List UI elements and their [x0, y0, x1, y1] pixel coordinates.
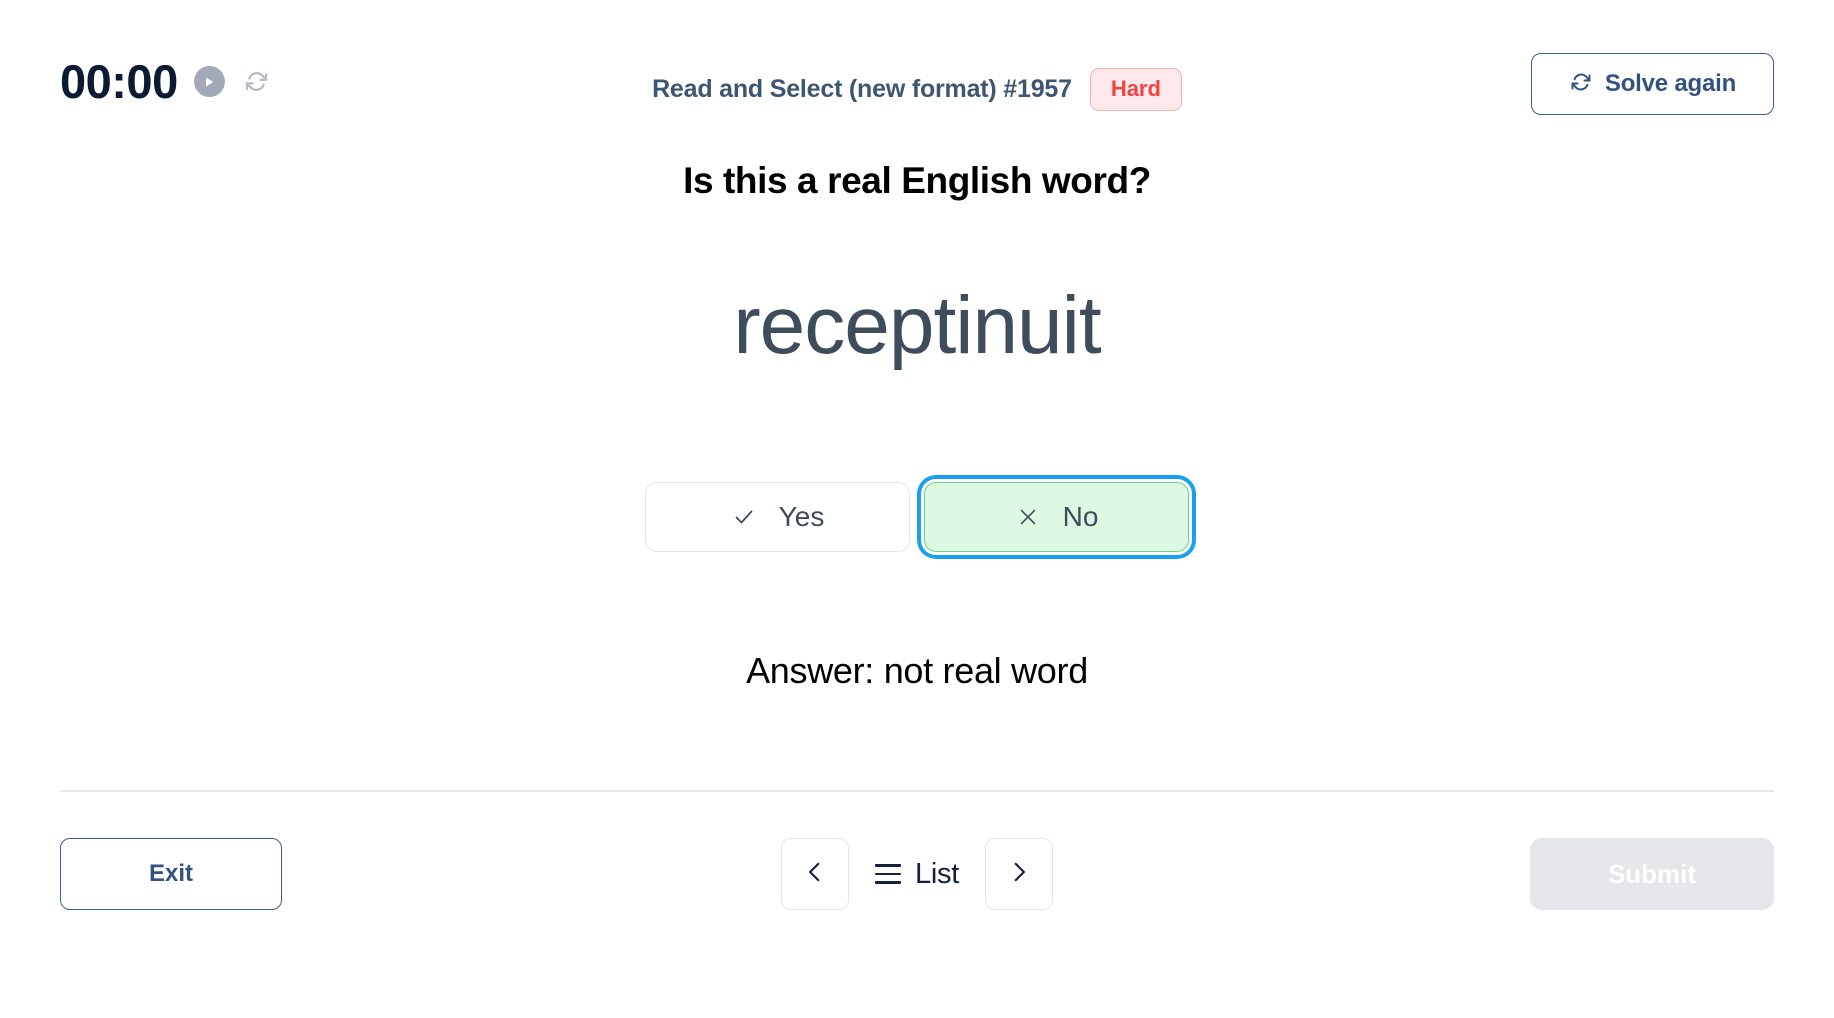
submit-button[interactable]: Submit [1530, 838, 1774, 910]
cross-icon [1015, 504, 1041, 530]
exercise-page: 00:00 Read and Select (new format) #1957… [0, 0, 1834, 1018]
list-button[interactable]: List [871, 858, 963, 891]
list-label: List [915, 857, 959, 890]
answer-text: Answer: not real word [746, 650, 1088, 691]
chevron-left-icon [802, 859, 828, 890]
question-prompt: Is this a real English word? [683, 160, 1151, 201]
difficulty-badge: Hard [1089, 68, 1182, 111]
choice-yes[interactable]: Yes [645, 482, 910, 552]
chevron-right-icon [1006, 859, 1032, 890]
choice-yes-label: Yes [778, 501, 825, 532]
solve-again-label: Solve again [1604, 70, 1737, 97]
solve-again-button[interactable]: Solve again [1531, 53, 1774, 115]
previous-button[interactable] [781, 838, 850, 910]
choice-no-label: No [1062, 501, 1099, 532]
hamburger-icon [875, 864, 902, 884]
choice-group: Yes No [0, 482, 1834, 552]
top-bar: 00:00 Read and Select (new format) #1957… [0, 0, 1834, 150]
next-button[interactable] [984, 838, 1053, 910]
prompt-word: receptinuit [733, 280, 1101, 371]
footer-bar: Exit List Submit [0, 790, 1834, 1018]
page-title: Read and Select (new format) #1957 [652, 75, 1072, 103]
choice-no[interactable]: No [924, 482, 1189, 552]
check-icon [731, 504, 757, 530]
refresh-icon [1569, 70, 1593, 99]
